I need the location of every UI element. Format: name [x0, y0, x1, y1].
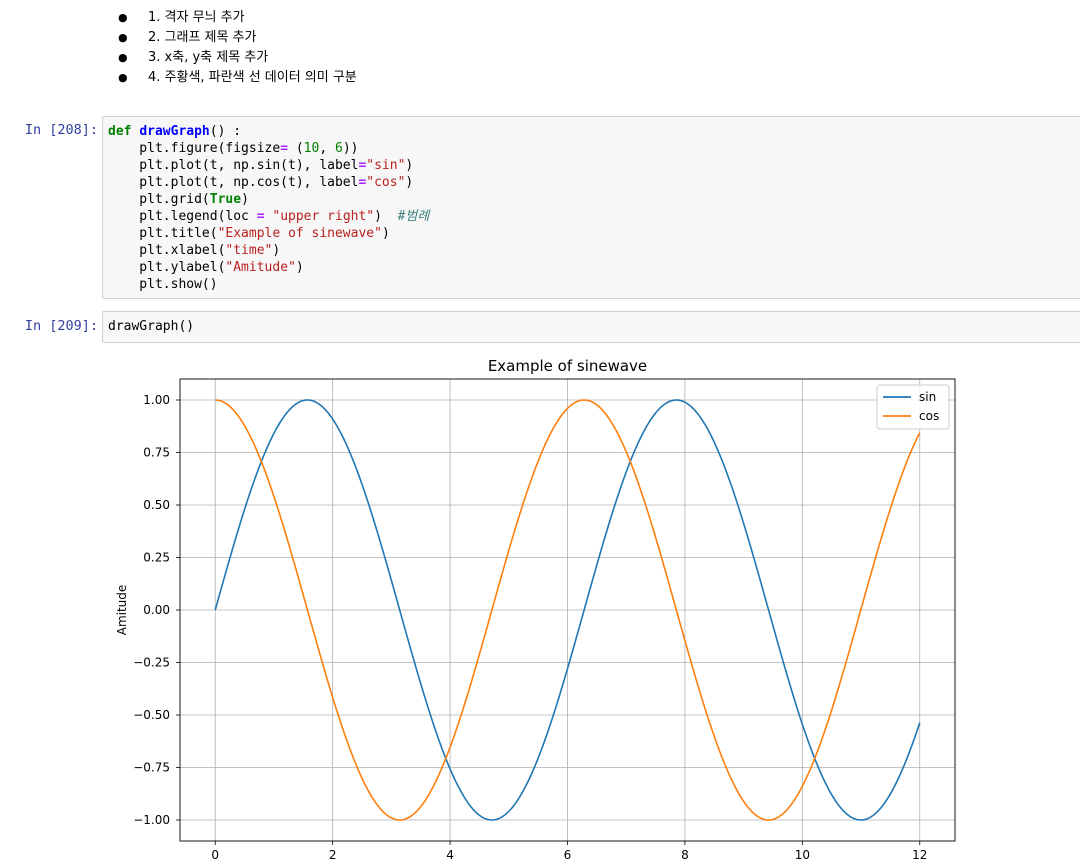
legend-label: cos [919, 409, 939, 423]
y-tick-label: −0.50 [133, 708, 170, 722]
x-tick-label: 0 [211, 848, 219, 862]
markdown-list: ● 1. 격자 무늬 추가 ● 2. 그래프 제목 추가 ● 3. x축, y축… [0, 0, 1080, 100]
code-cell-input[interactable]: drawGraph() [102, 311, 1080, 343]
x-tick-label: 12 [912, 848, 927, 862]
y-tick-label: 0.75 [143, 446, 170, 460]
code-editor[interactable]: def drawGraph() : plt.figure(figsize= (1… [108, 123, 429, 293]
line-chart: 0 2 4 6 8 10 12 1.00 0.75 0.50 0.25 0.00 −0.25 −0.50 −… [115, 357, 956, 862]
list-item-text: 3. x축, y축 제목 추가 [148, 50, 269, 65]
y-tick-label: 0.00 [143, 603, 170, 617]
cell-output: 0 2 4 6 8 10 12 1.00 0.75 0.50 0.25 0.00 −0.25 −0.50 −… [102, 348, 1080, 864]
list-item-text: 2. 그래프 제목 추가 [148, 30, 257, 45]
y-tick-label: 0.50 [143, 498, 170, 512]
y-axis-label: Amitude [115, 585, 129, 636]
list-item-text: 4. 주황색, 파란색 선 데이터 의미 구분 [148, 70, 357, 85]
y-tick-label: 0.25 [143, 551, 170, 565]
y-tick-label: 1.00 [143, 393, 170, 407]
code-editor[interactable]: drawGraph() [108, 318, 194, 335]
y-tick-label: −0.25 [133, 656, 170, 670]
list-item-text: 1. 격자 무늬 추가 [148, 10, 245, 25]
cell-prompt: In [209]: [24, 318, 98, 334]
x-tick-label: 6 [564, 848, 572, 862]
code-cell-input[interactable]: def drawGraph() : plt.figure(figsize= (1… [102, 116, 1080, 299]
chart-title: Example of sinewave [488, 357, 647, 375]
x-tick-label: 10 [795, 848, 810, 862]
cell-prompt: In [208]: [24, 122, 98, 138]
y-tick-label: −0.75 [133, 761, 170, 775]
x-tick-label: 4 [446, 848, 454, 862]
y-tick-label: −1.00 [133, 813, 170, 827]
x-tick-label: 8 [681, 848, 689, 862]
x-tick-label: 2 [329, 848, 337, 862]
legend-label: sin [919, 390, 936, 404]
